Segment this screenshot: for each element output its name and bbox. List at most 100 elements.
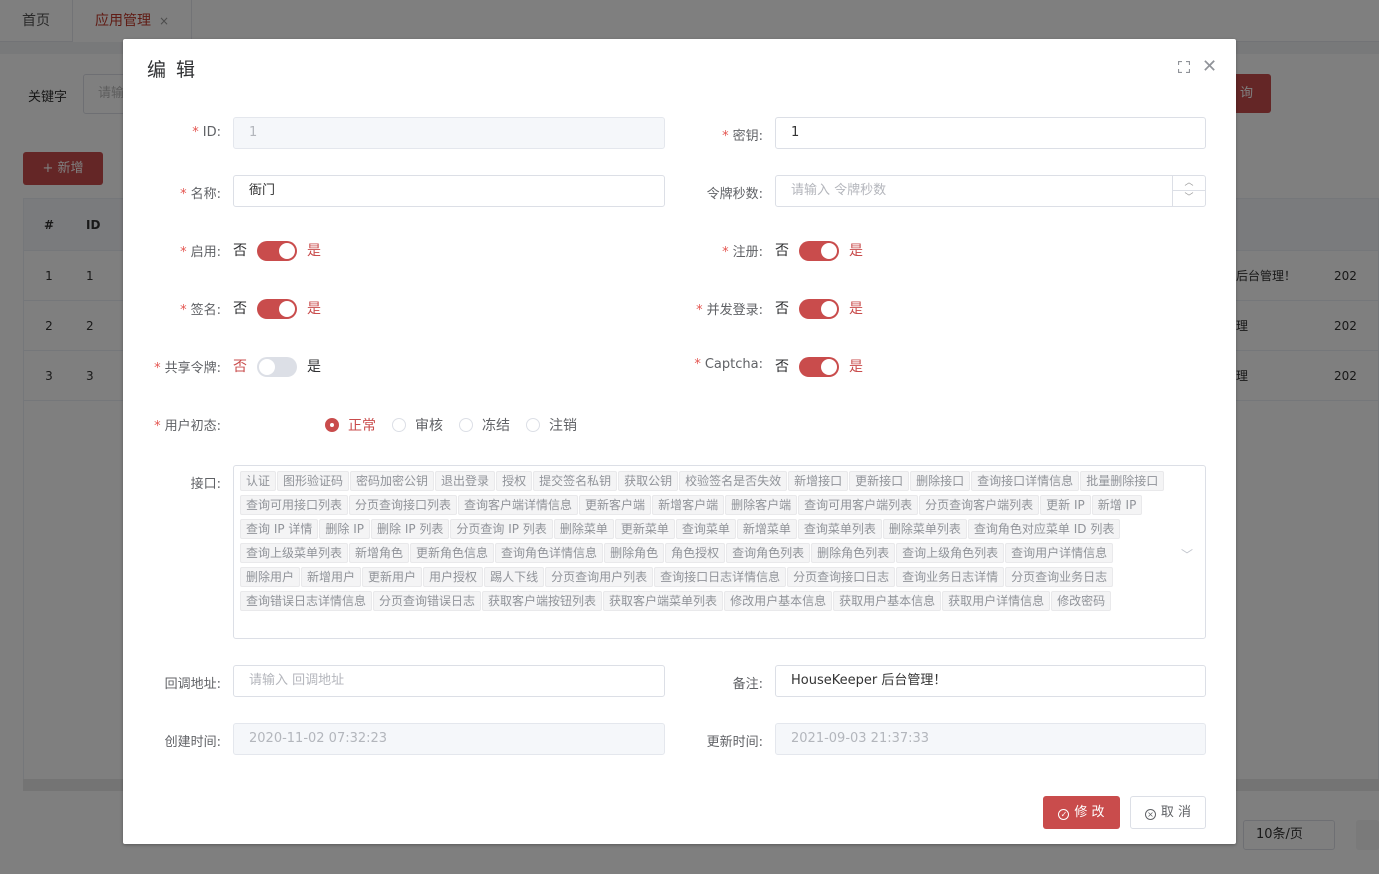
- api-tag[interactable]: 获取用户基本信息: [833, 591, 942, 611]
- api-tag[interactable]: 修改密码: [1051, 591, 1112, 611]
- chevron-up-icon[interactable]: ︿: [1173, 176, 1205, 191]
- api-tag[interactable]: 删除用户: [240, 567, 301, 587]
- api-tag[interactable]: 新增角色: [349, 543, 410, 563]
- radio-review[interactable]: 审核: [392, 415, 443, 435]
- api-tag[interactable]: 认证: [240, 471, 277, 491]
- api-tag[interactable]: 查询接口日志详情信息: [654, 567, 787, 587]
- switch-off-label[interactable]: 否: [233, 357, 247, 377]
- api-tag[interactable]: 查询可用接口列表: [240, 495, 349, 515]
- api-tag[interactable]: 更新 IP: [1040, 495, 1091, 515]
- api-tag[interactable]: 查询上级菜单列表: [240, 543, 349, 563]
- api-tag[interactable]: 查询用户详情信息: [1005, 543, 1114, 563]
- enabled-toggle[interactable]: [257, 241, 297, 261]
- api-tag[interactable]: 查询业务日志详情: [896, 567, 1005, 587]
- api-tag[interactable]: 更新用户: [362, 567, 423, 587]
- api-tag[interactable]: 获取用户详情信息: [942, 591, 1051, 611]
- api-tag[interactable]: 删除接口: [910, 471, 971, 491]
- api-tag[interactable]: 查询接口详情信息: [971, 471, 1080, 491]
- api-tag[interactable]: 修改用户基本信息: [724, 591, 833, 611]
- api-tag[interactable]: 删除 IP: [319, 519, 370, 539]
- api-tag[interactable]: 分页查询接口日志: [787, 567, 896, 587]
- api-tag[interactable]: 更新客户端: [579, 495, 652, 515]
- api-tag[interactable]: 授权: [496, 471, 533, 491]
- remark-input[interactable]: HouseKeeper 后台管理！: [775, 665, 1206, 697]
- fullscreen-icon[interactable]: [1178, 61, 1190, 73]
- api-tag[interactable]: 删除角色列表: [811, 543, 896, 563]
- switch-off-label[interactable]: 否: [775, 299, 789, 319]
- switch-on-label[interactable]: 是: [849, 299, 863, 319]
- register-toggle[interactable]: [799, 241, 839, 261]
- api-tag[interactable]: 新增 IP: [1091, 495, 1143, 515]
- api-tag[interactable]: 新增菜单: [736, 519, 797, 539]
- api-tag[interactable]: 分页查询 IP 列表: [450, 519, 553, 539]
- api-tag[interactable]: 查询角色对应菜单 ID 列表: [967, 519, 1121, 539]
- api-tag[interactable]: 删除 IP 列表: [371, 519, 450, 539]
- api-tag[interactable]: 查询角色详情信息: [495, 543, 604, 563]
- cancel-button[interactable]: × 取 消: [1130, 796, 1206, 829]
- secret-field[interactable]: 1: [775, 117, 1206, 149]
- api-tag[interactable]: 获取客户端菜单列表: [603, 591, 724, 611]
- api-tag[interactable]: 更新菜单: [614, 519, 675, 539]
- callback-url-input[interactable]: 请输入 回调地址: [233, 665, 665, 697]
- api-tag[interactable]: 密码加密公钥: [350, 471, 435, 491]
- switch-off-label[interactable]: 否: [775, 241, 789, 261]
- chevron-down-icon[interactable]: ﹀: [1173, 191, 1205, 206]
- api-tag[interactable]: 图形验证码: [277, 471, 350, 491]
- api-tag[interactable]: 校验签名是否失效: [679, 471, 788, 491]
- api-tag[interactable]: 获取公钥: [618, 471, 679, 491]
- api-tag[interactable]: 查询 IP 详情: [240, 519, 319, 539]
- concurrent-login-toggle[interactable]: [799, 299, 839, 319]
- number-stepper[interactable]: ︿ ﹀: [1172, 176, 1205, 206]
- api-tag[interactable]: 删除菜单列表: [882, 519, 967, 539]
- api-tag[interactable]: 新增客户端: [652, 495, 725, 515]
- api-tag[interactable]: 踢人下线: [484, 567, 545, 587]
- api-tag[interactable]: 查询可用客户端列表: [798, 495, 919, 515]
- id-field[interactable]: 1: [233, 117, 665, 149]
- switch-on-label[interactable]: 是: [849, 241, 863, 261]
- api-tag[interactable]: 查询菜单列表: [797, 519, 882, 539]
- switch-off-label[interactable]: 否: [233, 241, 247, 261]
- switch-on-label[interactable]: 是: [307, 241, 321, 261]
- api-tag[interactable]: 查询角色列表: [726, 543, 811, 563]
- token-seconds-input[interactable]: 请输入 令牌秒数 ︿ ﹀: [775, 175, 1206, 207]
- api-tag[interactable]: 更新接口: [849, 471, 910, 491]
- api-tag[interactable]: 更新角色信息: [410, 543, 495, 563]
- switch-off-label[interactable]: 否: [233, 299, 247, 319]
- api-tag[interactable]: 角色授权: [665, 543, 726, 563]
- api-tag[interactable]: 获取客户端按钮列表: [482, 591, 603, 611]
- api-tag[interactable]: 退出登录: [435, 471, 496, 491]
- sign-switch-group: 否 是: [233, 299, 321, 319]
- api-tag[interactable]: 分页查询客户端列表: [919, 495, 1040, 515]
- chevron-down-icon[interactable]: ﹀: [1181, 546, 1193, 563]
- radio-cancelled[interactable]: 注销: [526, 415, 577, 435]
- switch-on-label[interactable]: 是: [307, 299, 321, 319]
- api-tag[interactable]: 删除客户端: [725, 495, 798, 515]
- captcha-toggle[interactable]: [799, 357, 839, 377]
- name-field[interactable]: 衙门: [233, 175, 665, 207]
- close-icon[interactable]: ✕: [1202, 58, 1217, 76]
- api-tag[interactable]: 用户授权: [423, 567, 484, 587]
- switch-on-label[interactable]: 是: [849, 357, 863, 377]
- api-tag[interactable]: 查询上级角色列表: [896, 543, 1005, 563]
- api-tag[interactable]: 新增接口: [788, 471, 849, 491]
- api-tag[interactable]: 查询错误日志详情信息: [240, 591, 373, 611]
- radio-frozen[interactable]: 冻结: [459, 415, 510, 435]
- switch-off-label[interactable]: 否: [775, 357, 789, 377]
- api-tag[interactable]: 分页查询业务日志: [1005, 567, 1114, 587]
- api-tag[interactable]: 分页查询接口列表: [349, 495, 458, 515]
- api-tag[interactable]: 删除角色: [604, 543, 665, 563]
- api-tag[interactable]: 新增用户: [301, 567, 362, 587]
- radio-normal[interactable]: 正常: [325, 415, 376, 435]
- api-tag[interactable]: 分页查询错误日志: [373, 591, 482, 611]
- api-tag[interactable]: 删除菜单: [553, 519, 614, 539]
- api-tag[interactable]: 查询客户端详情信息: [458, 495, 579, 515]
- api-tag[interactable]: 提交签名私钥: [533, 471, 618, 491]
- api-tag[interactable]: 分页查询用户列表: [545, 567, 654, 587]
- apis-multi-select[interactable]: 认证 图形验证码 密码加密公钥 退出登录 授权 提交签名私钥 获取公钥 校验签名是否失效 新增接…: [233, 465, 1206, 639]
- shared-token-toggle[interactable]: [257, 357, 297, 377]
- submit-button[interactable]: ✓ 修 改: [1043, 796, 1120, 829]
- switch-on-label[interactable]: 是: [307, 357, 321, 377]
- sign-toggle[interactable]: [257, 299, 297, 319]
- api-tag[interactable]: 查询菜单: [675, 519, 736, 539]
- api-tag[interactable]: 批量删除接口: [1080, 471, 1165, 491]
